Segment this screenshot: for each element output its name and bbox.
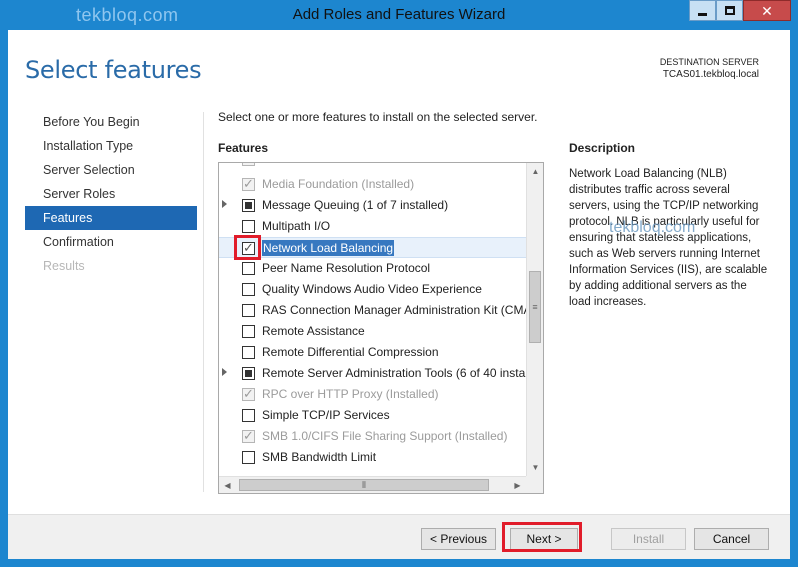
- feature-row[interactable]: ✓ RPC over HTTP Proxy (Installed): [219, 384, 526, 405]
- feature-row-partial: ✓: [219, 163, 526, 170]
- checkbox-highlight-box: [234, 235, 261, 260]
- feature-label[interactable]: Network Load Balancing: [262, 240, 395, 256]
- feature-row[interactable]: RAS Connection Manager Administration Ki…: [219, 300, 526, 321]
- features-heading: Features: [218, 141, 269, 155]
- feature-row[interactable]: Peer Name Resolution Protocol: [219, 258, 526, 279]
- scroll-down-arrow-icon[interactable]: ▼: [527, 459, 543, 476]
- checkmark-icon: ✓: [243, 428, 254, 443]
- install-button: Install: [611, 528, 686, 550]
- checkmark-icon: ✓: [243, 176, 254, 191]
- nav-item-confirmation[interactable]: Confirmation: [25, 230, 197, 254]
- page-title: Select features: [25, 56, 202, 84]
- feature-checkbox[interactable]: [242, 199, 255, 212]
- feature-label[interactable]: Multipath I/O: [262, 219, 330, 233]
- nav-item-server-selection[interactable]: Server Selection: [25, 158, 197, 182]
- feature-checkbox[interactable]: [242, 304, 255, 317]
- feature-row[interactable]: Quality Windows Audio Video Experience: [219, 279, 526, 300]
- scroll-corner: [526, 476, 543, 493]
- wizard-window: tekbloq.com Add Roles and Features Wizar…: [0, 0, 798, 567]
- nav-item-installation-type[interactable]: Installation Type: [25, 134, 197, 158]
- feature-checkbox[interactable]: [242, 325, 255, 338]
- cancel-button[interactable]: Cancel: [694, 528, 769, 550]
- footer-buttons: < Previous Next > Install Cancel: [8, 514, 790, 559]
- feature-label[interactable]: RPC over HTTP Proxy (Installed): [262, 387, 439, 401]
- nav-item-server-roles[interactable]: Server Roles: [25, 182, 197, 206]
- feature-row[interactable]: SMB Bandwidth Limit: [219, 447, 526, 468]
- feature-label[interactable]: Message Queuing (1 of 7 installed): [262, 198, 448, 212]
- feature-row[interactable]: Remote Assistance: [219, 321, 526, 342]
- maximize-icon: [725, 6, 735, 15]
- description-text: Network Load Balancing (NLB) distributes…: [569, 168, 768, 308]
- description-heading: Description: [569, 141, 636, 155]
- feature-label[interactable]: Remote Server Administration Tools (6 of…: [262, 366, 526, 380]
- feature-row[interactable]: Message Queuing (1 of 7 installed): [219, 195, 526, 216]
- feature-checkbox: ✓: [242, 176, 255, 191]
- feature-checkbox[interactable]: [242, 346, 255, 359]
- feature-row[interactable]: Remote Server Administration Tools (6 of…: [219, 363, 526, 384]
- nav-item-results: Results: [43, 259, 85, 273]
- feature-label[interactable]: Remote Assistance: [262, 324, 365, 338]
- features-tree[interactable]: ✓ ✓ Media Foundation (Installed) Message Q…: [218, 162, 544, 494]
- nav-item-features[interactable]: Features: [25, 206, 197, 230]
- destination-server-label: DESTINATION SERVER: [659, 57, 759, 67]
- wizard-client-area: Select features DESTINATION SERVER TCAS0…: [8, 30, 790, 559]
- scroll-left-arrow-icon[interactable]: ◀: [219, 477, 236, 493]
- scroll-thumb[interactable]: ≡: [529, 271, 541, 343]
- feature-row[interactable]: ✓ SMB 1.0/CIFS File Sharing Support (Inst…: [219, 426, 526, 447]
- feature-label[interactable]: Remote Differential Compression: [262, 345, 439, 359]
- feature-row[interactable]: ✓ Media Foundation (Installed): [219, 174, 526, 195]
- expand-arrow-icon[interactable]: [222, 368, 227, 376]
- feature-checkbox[interactable]: [242, 367, 255, 380]
- feature-label[interactable]: SMB Bandwidth Limit: [262, 450, 376, 464]
- feature-label[interactable]: RAS Connection Manager Administration Ki…: [262, 303, 526, 317]
- minimize-icon: [698, 13, 707, 16]
- watermark-text-overlay: tekbloq.com: [609, 219, 696, 236]
- feature-checkbox[interactable]: [242, 262, 255, 275]
- feature-checkbox[interactable]: [242, 283, 255, 296]
- feature-checkbox: ✓: [242, 386, 255, 401]
- feature-label[interactable]: Quality Windows Audio Video Experience: [262, 282, 482, 296]
- feature-label[interactable]: Media Foundation (Installed): [262, 177, 414, 191]
- feature-checkbox[interactable]: [242, 451, 255, 464]
- feature-checkbox[interactable]: [242, 220, 255, 233]
- destination-server-name: TCAS01.tekbloq.local: [662, 69, 759, 80]
- close-icon: ✕: [761, 3, 773, 19]
- feature-label[interactable]: Peer Name Resolution Protocol: [262, 261, 430, 275]
- scroll-right-arrow-icon[interactable]: ▶: [509, 477, 526, 493]
- nav-item-before-you-begin[interactable]: Before You Begin: [25, 110, 197, 134]
- scroll-up-arrow-icon[interactable]: ▲: [527, 163, 543, 180]
- feature-row[interactable]: ✓ Network Load Balancing: [219, 235, 526, 260]
- feature-row[interactable]: Remote Differential Compression: [219, 342, 526, 363]
- checkbox: ✓: [242, 163, 255, 166]
- title-bar[interactable]: tekbloq.com Add Roles and Features Wizar…: [0, 0, 798, 30]
- features-list: ✓ ✓ Media Foundation (Installed) Message Q…: [219, 163, 526, 476]
- window-title: Add Roles and Features Wizard: [292, 6, 506, 23]
- feature-checkbox[interactable]: [242, 409, 255, 422]
- feature-row[interactable]: Simple TCP/IP Services: [219, 405, 526, 426]
- checkmark-icon: ✓: [243, 386, 254, 401]
- header: Select features DESTINATION SERVER TCAS0…: [8, 30, 790, 102]
- scroll-thumb-horizontal[interactable]: ⦀: [239, 479, 489, 491]
- vertical-scrollbar[interactable]: ▲ ≡ ▼: [526, 163, 543, 476]
- feature-label[interactable]: SMB 1.0/CIFS File Sharing Support (Insta…: [262, 429, 507, 443]
- close-button[interactable]: ✕: [743, 0, 791, 21]
- minimize-button[interactable]: [689, 0, 716, 21]
- wizard-nav: Before You Begin Installation Type Serve…: [25, 110, 197, 278]
- previous-button[interactable]: < Previous: [421, 528, 496, 550]
- divider: [203, 112, 204, 492]
- feature-label[interactable]: Simple TCP/IP Services: [262, 408, 390, 422]
- expand-arrow-icon[interactable]: [222, 200, 227, 208]
- instruction-text: Select one or more features to install o…: [218, 110, 538, 124]
- feature-row[interactable]: Multipath I/O: [219, 216, 526, 237]
- feature-checkbox: ✓: [242, 428, 255, 443]
- next-highlight-box: [502, 522, 582, 552]
- maximize-button[interactable]: [716, 0, 743, 21]
- checkmark-icon: ✓: [243, 163, 254, 167]
- horizontal-scrollbar[interactable]: ◀ ⦀ ▶: [219, 476, 526, 493]
